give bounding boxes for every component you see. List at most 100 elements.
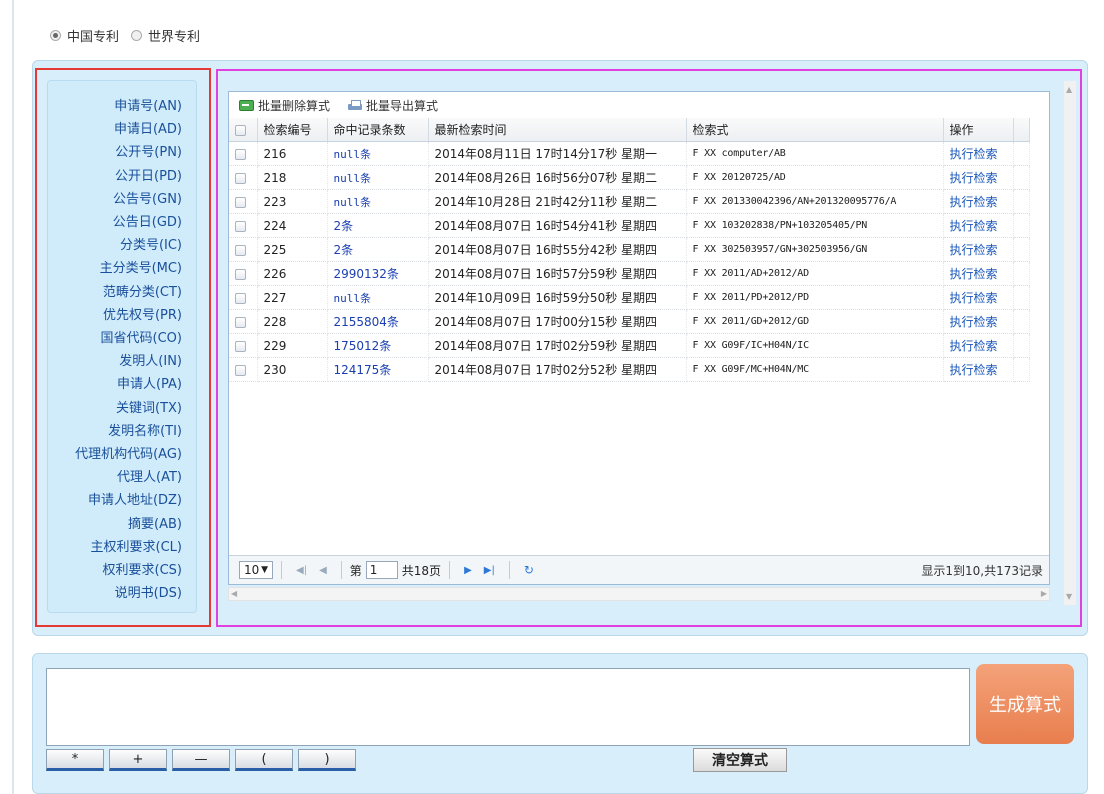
table-row[interactable]: 216 null条 2014年08月11日 17时14分17秒 星期一 F XX co…	[229, 141, 1030, 166]
radio-china-patent-label[interactable]: 中国专利	[67, 26, 119, 45]
table-row[interactable]: 225 2条 2014年08月07日 16时55分42秒 星期四 F XX 30250…	[229, 237, 1030, 262]
field-item[interactable]: 发明人(IN)	[119, 350, 182, 369]
field-item[interactable]: 公开号(PN)	[115, 141, 182, 160]
row-checkbox[interactable]	[235, 316, 246, 328]
row-select[interactable]	[229, 285, 258, 310]
field-item[interactable]: 国省代码(CO)	[101, 327, 182, 346]
row-checkbox[interactable]	[235, 196, 246, 208]
operator-multiply-button[interactable]: *	[46, 749, 104, 771]
batch-delete-button[interactable]: 批量删除算式	[239, 97, 330, 114]
cell-latest-time: 2014年10月09日 16时59分50秒 星期四	[428, 285, 687, 310]
table-row[interactable]: 223 null条 2014年10月28日 21时42分11秒 星期二 F XX 20…	[229, 189, 1030, 214]
row-select[interactable]	[229, 213, 258, 238]
operator-plus-button[interactable]: +	[109, 749, 167, 771]
execute-search-link[interactable]: 执行检索	[943, 261, 1014, 286]
field-item[interactable]: 范畴分类(CT)	[103, 281, 182, 300]
scroll-up-icon[interactable]: ▲	[1066, 85, 1072, 94]
field-item[interactable]: 说明书(DS)	[115, 582, 182, 601]
field-item[interactable]: 代理机构代码(AG)	[75, 443, 182, 462]
field-item[interactable]: 申请日(AD)	[114, 118, 182, 137]
row-checkbox[interactable]	[235, 268, 246, 280]
field-item[interactable]: 关键词(TX)	[116, 397, 182, 416]
cell-hit-count: 2条	[327, 237, 429, 262]
execute-search-link[interactable]: 执行检索	[943, 213, 1014, 238]
field-item[interactable]: 分类号(IC)	[120, 234, 182, 253]
radio-world-patent-label[interactable]: 世界专利	[148, 26, 200, 45]
field-item[interactable]: 公开日(PD)	[115, 165, 182, 184]
row-select[interactable]	[229, 333, 258, 358]
field-list-highlight: 申请号(AN) 申请日(AD) 公开号(PN) 公开日(PD) 公告号(GN) 公告日(G…	[35, 68, 211, 627]
next-page-icon[interactable]: ▶	[464, 565, 472, 576]
header-select-all[interactable]	[229, 118, 258, 142]
row-select[interactable]	[229, 165, 258, 190]
table-row[interactable]: 230 124175条 2014年08月07日 17时02分52秒 星期四 F XX …	[229, 357, 1030, 382]
horizontal-scrollbar[interactable]: ◀ ▶	[228, 587, 1050, 601]
row-checkbox[interactable]	[235, 364, 246, 376]
table-row[interactable]: 227 null条 2014年10月09日 16时59分50秒 星期四 F XX 20…	[229, 285, 1030, 310]
page-number-input[interactable]: 1	[365, 561, 398, 579]
field-item[interactable]: 申请号(AN)	[114, 95, 182, 114]
table-header-row: 检索编号 命中记录条数 最新检索时间 检索式 操作	[229, 118, 1030, 142]
field-item[interactable]: 摘要(AB)	[128, 513, 182, 532]
table-row[interactable]: 226 2990132条 2014年08月07日 16时57分59秒 星期四 F XX…	[229, 261, 1030, 286]
table-row[interactable]: 218 null条 2014年08月26日 16时56分07秒 星期二 F XX 20…	[229, 165, 1030, 190]
field-item[interactable]: 申请人(PA)	[117, 373, 182, 392]
execute-search-link[interactable]: 执行检索	[943, 141, 1014, 166]
execute-search-link[interactable]: 执行检索	[943, 237, 1014, 262]
header-expression: 检索式	[686, 118, 944, 142]
row-checkbox[interactable]	[235, 172, 246, 184]
last-page-icon[interactable]: ▶|	[484, 565, 495, 576]
field-item[interactable]: 权利要求(CS)	[103, 559, 182, 578]
field-item[interactable]: 发明名称(TI)	[108, 420, 182, 439]
row-select[interactable]	[229, 237, 258, 262]
radio-world-patent[interactable]	[131, 30, 143, 41]
cell-spacer	[1013, 285, 1030, 310]
execute-search-link[interactable]: 执行检索	[943, 285, 1014, 310]
refresh-icon[interactable]: ↻	[524, 563, 534, 577]
prev-page-icon[interactable]: ◀	[319, 565, 327, 576]
row-select[interactable]	[229, 357, 258, 382]
scroll-down-icon[interactable]: ▼	[1066, 592, 1072, 601]
cell-search-id: 216	[257, 141, 328, 166]
page-size-select[interactable]: 10 ▼	[239, 561, 273, 579]
field-item[interactable]: 公告号(GN)	[113, 188, 182, 207]
operator-close-paren-button[interactable]: )	[298, 749, 356, 771]
execute-search-link[interactable]: 执行检索	[943, 309, 1014, 334]
field-item[interactable]: 主权利要求(CL)	[91, 536, 182, 555]
expression-textarea[interactable]	[46, 668, 970, 746]
radio-china-patent[interactable]	[50, 30, 61, 41]
table-row[interactable]: 228 2155804条 2014年08月07日 17时00分15秒 星期四 F XX…	[229, 309, 1030, 334]
generate-expression-button[interactable]: 生成算式	[976, 664, 1074, 744]
row-select[interactable]	[229, 141, 258, 166]
execute-search-link[interactable]: 执行检索	[943, 357, 1014, 382]
field-item[interactable]: 代理人(AT)	[117, 466, 182, 485]
table-row[interactable]: 229 175012条 2014年08月07日 17时02分59秒 星期四 F XX …	[229, 333, 1030, 358]
scroll-right-icon[interactable]: ▶	[1041, 589, 1047, 598]
table-row[interactable]: 224 2条 2014年08月07日 16时54分41秒 星期四 F XX 10320…	[229, 213, 1030, 238]
row-checkbox[interactable]	[235, 292, 246, 304]
select-all-checkbox[interactable]	[235, 124, 246, 136]
row-checkbox[interactable]	[235, 220, 246, 232]
row-checkbox[interactable]	[235, 244, 246, 256]
field-item[interactable]: 申请人地址(DZ)	[88, 489, 182, 508]
scroll-left-icon[interactable]: ◀	[231, 589, 237, 598]
row-select[interactable]	[229, 189, 258, 214]
execute-search-link[interactable]: 执行检索	[943, 333, 1014, 358]
row-select[interactable]	[229, 309, 258, 334]
vertical-scrollbar[interactable]: ▲ ▼	[1064, 81, 1076, 605]
first-page-icon[interactable]: ◀|	[296, 565, 307, 576]
row-checkbox[interactable]	[235, 148, 246, 160]
header-spacer	[1013, 118, 1030, 142]
batch-export-button[interactable]: 批量导出算式	[348, 97, 438, 114]
row-select[interactable]	[229, 261, 258, 286]
field-item[interactable]: 公告日(GD)	[113, 211, 182, 230]
clear-expression-button[interactable]: 清空算式	[693, 748, 787, 772]
operator-minus-button[interactable]: —	[172, 749, 230, 771]
field-item[interactable]: 主分类号(MC)	[100, 257, 182, 276]
row-checkbox[interactable]	[235, 340, 246, 352]
field-item[interactable]: 优先权号(PR)	[103, 304, 182, 323]
cell-expression: F XX 302503957/GN+302503956/GN	[686, 237, 944, 262]
operator-open-paren-button[interactable]: (	[235, 749, 293, 771]
execute-search-link[interactable]: 执行检索	[943, 165, 1014, 190]
execute-search-link[interactable]: 执行检索	[943, 189, 1014, 214]
